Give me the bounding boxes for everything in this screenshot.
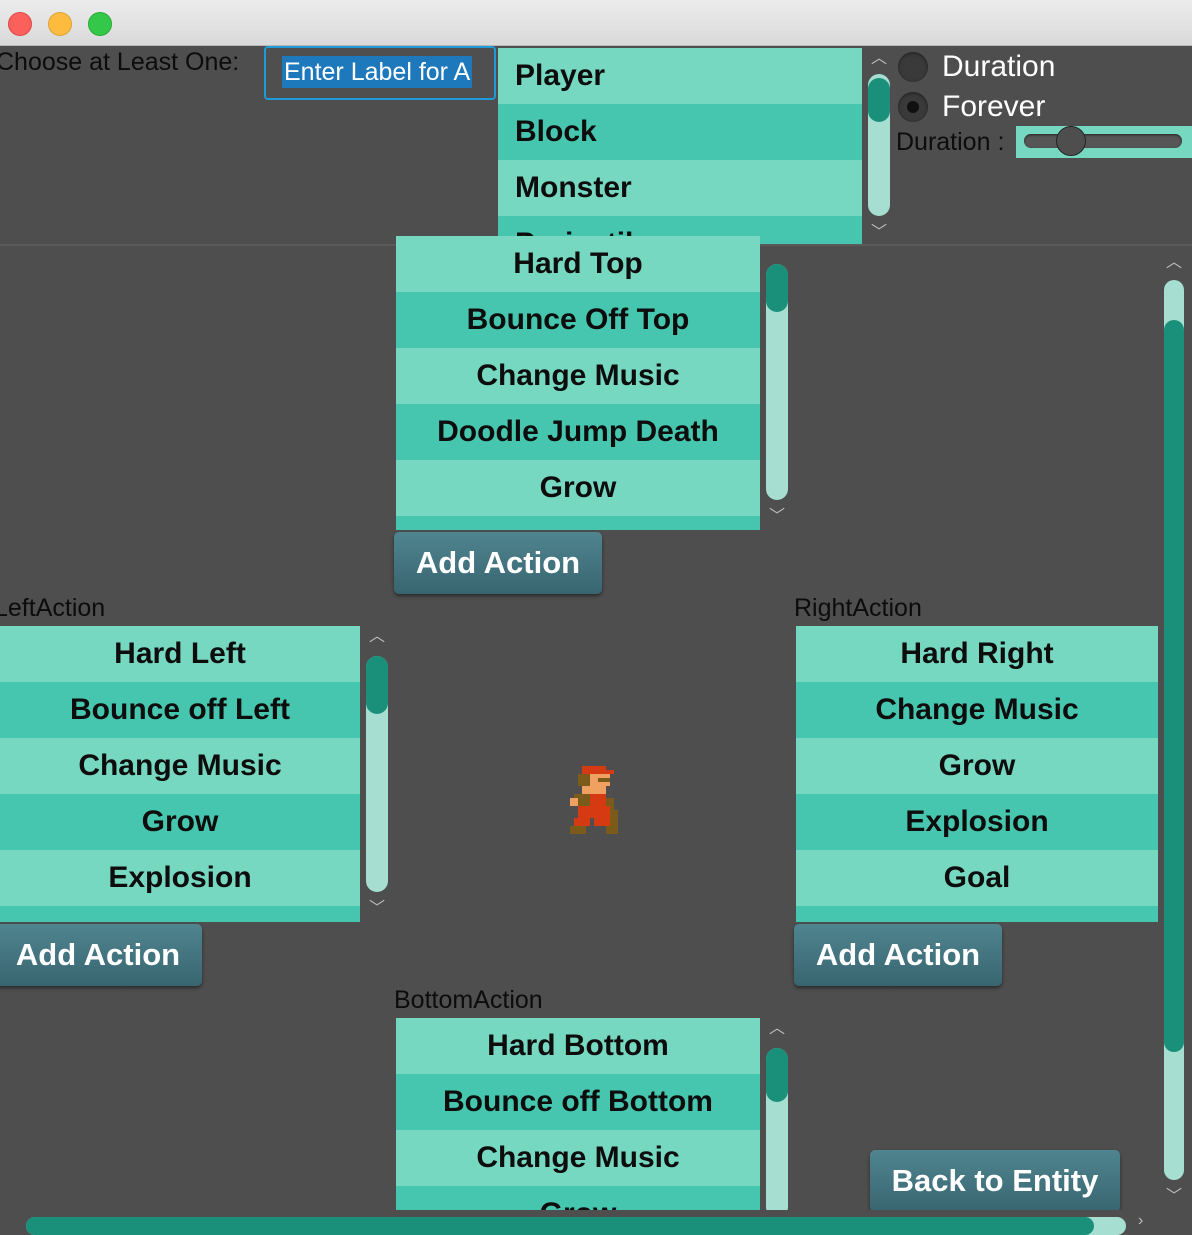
maximize-window-button[interactable] xyxy=(88,12,112,36)
list-item[interactable]: Hard Left xyxy=(0,626,360,682)
list-item[interactable]: Hard Top xyxy=(396,236,760,292)
scroll-track[interactable] xyxy=(868,74,890,216)
scroll-thumb[interactable] xyxy=(766,264,788,312)
scroll-track[interactable] xyxy=(366,656,388,892)
duration-radio-label: Duration xyxy=(942,50,1056,83)
main-vertical-scrollbar[interactable]: ︿ ﹀ xyxy=(1160,252,1188,1208)
right-action-title: RightAction xyxy=(794,594,922,622)
list-item[interactable]: Bounce Off Top xyxy=(396,292,760,348)
list-item[interactable] xyxy=(796,906,1158,922)
entity-type-scrollbar[interactable]: ︿ ﹀ xyxy=(864,48,894,244)
duration-slider[interactable] xyxy=(1024,134,1182,148)
scroll-thumb[interactable] xyxy=(366,656,388,714)
list-item[interactable]: Doodle Jump Death xyxy=(396,404,760,460)
window-titlebar xyxy=(0,0,1192,46)
duration-label: Duration : xyxy=(896,128,1005,156)
chevron-down-icon[interactable]: ﹀ xyxy=(762,506,792,528)
label-input-selected-text: Enter Label for A xyxy=(282,56,473,88)
list-item[interactable]: Block xyxy=(498,104,862,160)
list-item[interactable]: Goal xyxy=(796,850,1158,906)
chevron-down-icon[interactable]: ﹀ xyxy=(362,898,392,920)
scroll-thumb[interactable] xyxy=(1164,320,1184,1052)
main-horizontal-scrollbar[interactable]: › xyxy=(0,1210,1192,1235)
top-action-list[interactable]: Hard Top Bounce Off Top Change Music Doo… xyxy=(396,236,760,530)
bottom-action-list[interactable]: Hard Bottom Bounce off Bottom Change Mus… xyxy=(396,1018,760,1214)
list-item[interactable]: Change Music xyxy=(396,1130,760,1186)
list-item[interactable]: Change Music xyxy=(796,682,1158,738)
minimize-window-button[interactable] xyxy=(48,12,72,36)
forever-radio[interactable] xyxy=(898,92,928,122)
mario-sprite xyxy=(570,766,618,839)
chevron-down-icon[interactable]: ﹀ xyxy=(864,222,894,244)
list-item[interactable]: Hard Bottom xyxy=(396,1018,760,1074)
list-item[interactable] xyxy=(0,906,360,922)
label-input[interactable]: Enter Label for A xyxy=(264,46,496,100)
back-to-entity-button[interactable]: Back to Entity xyxy=(870,1150,1120,1212)
chevron-up-icon[interactable]: ︿ xyxy=(762,1018,792,1040)
close-window-button[interactable] xyxy=(8,12,32,36)
chevron-down-icon[interactable]: ﹀ xyxy=(1160,1186,1188,1208)
list-item[interactable]: Grow xyxy=(796,738,1158,794)
list-item[interactable]: Change Music xyxy=(0,738,360,794)
list-item[interactable]: Grow xyxy=(396,460,760,516)
scroll-track[interactable] xyxy=(1164,280,1184,1180)
chevron-up-icon[interactable]: ︿ xyxy=(1160,252,1188,274)
left-action-list[interactable]: Hard Left Bounce off Left Change Music G… xyxy=(0,626,360,922)
list-item[interactable] xyxy=(396,516,760,530)
chevron-up-icon[interactable]: ︿ xyxy=(362,626,392,648)
chevron-right-icon[interactable]: › xyxy=(1138,1212,1143,1230)
duration-radio[interactable] xyxy=(898,52,928,82)
scroll-track[interactable] xyxy=(766,1048,788,1218)
left-action-scrollbar[interactable]: ︿ ﹀ xyxy=(362,626,392,922)
scroll-thumb[interactable] xyxy=(868,78,890,122)
radio-dot xyxy=(907,101,919,113)
bottom-action-title: BottomAction xyxy=(394,986,543,1014)
list-item[interactable]: Bounce off Left xyxy=(0,682,360,738)
choose-label: Choose at Least One: xyxy=(0,48,240,76)
list-item[interactable]: Bounce off Bottom xyxy=(396,1074,760,1130)
list-item[interactable]: Hard Right xyxy=(796,626,1158,682)
list-item[interactable]: Change Music xyxy=(396,348,760,404)
chevron-up-icon[interactable]: ︿ xyxy=(864,48,894,70)
list-item[interactable]: Explosion xyxy=(796,794,1158,850)
left-action-title: LeftAction xyxy=(0,594,106,622)
list-item[interactable]: Explosion xyxy=(0,850,360,906)
scroll-thumb[interactable] xyxy=(766,1048,788,1102)
list-item[interactable]: Monster xyxy=(498,160,862,216)
top-action-scrollbar[interactable]: ﹀ xyxy=(762,246,792,530)
list-item[interactable]: Player xyxy=(498,48,862,104)
entity-type-list[interactable]: Player Block Monster Projectile xyxy=(498,48,862,244)
scroll-track[interactable] xyxy=(766,264,788,500)
left-add-action-button[interactable]: Add Action xyxy=(0,924,202,986)
bottom-action-scrollbar[interactable]: ︿ xyxy=(762,1018,792,1218)
entity-selection-pane: Choose at Least One: Enter Label for A P… xyxy=(0,46,1192,246)
list-item[interactable]: Grow xyxy=(0,794,360,850)
scroll-track[interactable] xyxy=(26,1217,1126,1235)
duration-slider-thumb[interactable] xyxy=(1056,126,1086,156)
top-add-action-button[interactable]: Add Action xyxy=(394,532,602,594)
scroll-thumb[interactable] xyxy=(26,1217,1094,1235)
right-add-action-button[interactable]: Add Action xyxy=(794,924,1002,986)
right-action-list[interactable]: Hard Right Change Music Grow Explosion G… xyxy=(796,626,1158,922)
forever-radio-label: Forever xyxy=(942,90,1046,123)
